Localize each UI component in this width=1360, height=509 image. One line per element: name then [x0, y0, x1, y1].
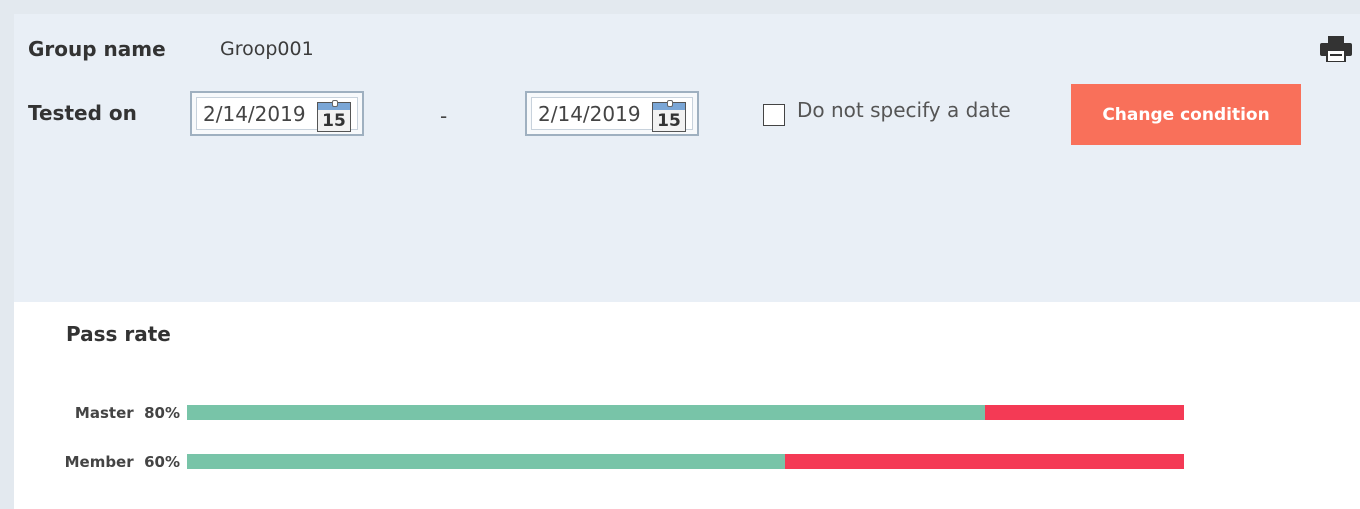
calendar-day: 15 — [322, 111, 346, 131]
row-name: Member — [64, 453, 134, 471]
calendar-icon[interactable]: 15 — [652, 100, 686, 132]
print-icon[interactable] — [1320, 36, 1352, 62]
fail-segment — [785, 454, 1184, 469]
row-rate: 60% — [144, 453, 180, 471]
no-date-label[interactable]: Do not specify a date — [797, 98, 1011, 122]
row-label-member: Member 60% — [30, 453, 180, 471]
pass-rate-title: Pass rate — [66, 322, 171, 346]
change-condition-button[interactable]: Change condition — [1071, 84, 1301, 145]
calendar-day: 15 — [657, 111, 681, 131]
tested-on-label: Tested on — [28, 101, 137, 125]
pass-rate-bar-master — [187, 405, 1184, 420]
fail-segment — [984, 405, 1184, 420]
no-date-checkbox[interactable] — [763, 104, 785, 126]
date-to-field[interactable]: 2/14/2019 15 — [525, 91, 699, 136]
calendar-icon[interactable]: 15 — [317, 100, 351, 132]
row-rate: 80% — [144, 404, 180, 422]
row-name: Master — [74, 404, 134, 422]
date-to-value: 2/14/2019 — [538, 102, 641, 126]
date-from-field[interactable]: 2/14/2019 15 — [190, 91, 364, 136]
pass-segment — [187, 405, 985, 420]
group-name-value: Groop001 — [220, 38, 314, 60]
pass-rate-bar-member — [187, 454, 1184, 469]
row-label-master: Master 80% — [30, 404, 180, 422]
pass-segment — [187, 454, 786, 469]
date-from-value: 2/14/2019 — [203, 102, 306, 126]
filter-panel: Group name Groop001 Tested on 2/14/2019 … — [14, 14, 1360, 302]
main-panel: Group name Groop001 Tested on 2/14/2019 … — [14, 14, 1360, 509]
group-name-label: Group name — [28, 37, 166, 61]
date-range-separator: - — [440, 104, 448, 128]
